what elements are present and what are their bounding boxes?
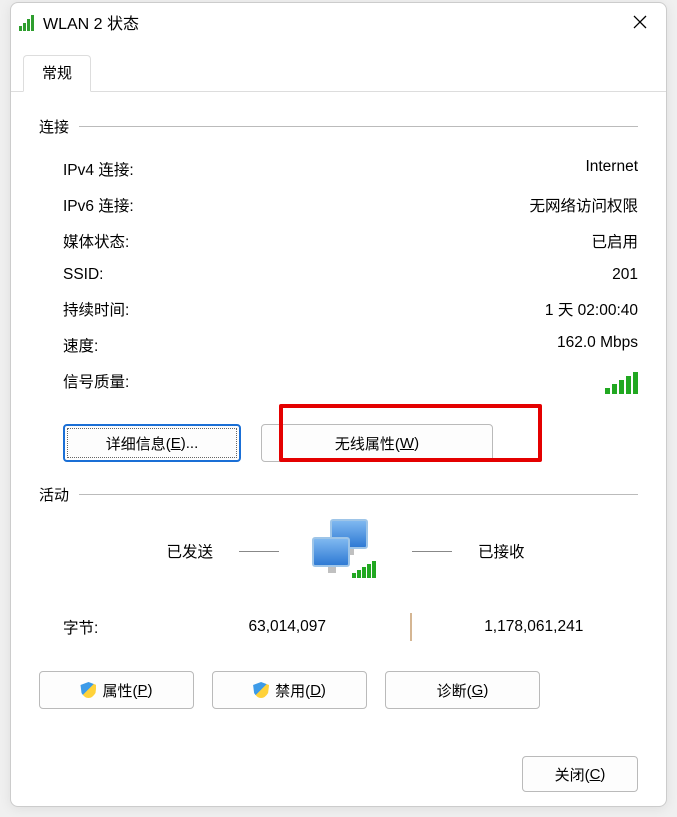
speed-row: 速度: 162.0 Mbps [39,327,638,363]
wireless-properties-button[interactable]: 无线属性(W) [261,424,493,462]
bottom-bar: 关闭(C) [522,756,638,792]
wifi-signal-icon [19,13,37,31]
speed-label: 速度: [63,334,98,356]
close-icon[interactable] [618,7,662,37]
speed-value: 162.0 Mbps [557,334,638,356]
connection-header-label: 连接 [39,116,69,137]
ipv4-row: IPv4 连接: Internet [39,151,638,187]
properties-button[interactable]: 属性(P) [39,671,194,709]
titlebar: WLAN 2 状态 [11,3,666,41]
media-row: 媒体状态: 已启用 [39,223,638,259]
panel: 连接 IPv4 连接: Internet IPv6 连接: 无网络访问权限 媒体… [11,92,666,721]
window-title: WLAN 2 状态 [43,10,618,34]
connection-buttons: 详细信息(E)... 无线属性(W) [63,424,638,462]
ipv4-value: Internet [585,158,638,180]
diagnose-button[interactable]: 诊断(G) [385,671,540,709]
separator [410,613,412,641]
ssid-label: SSID: [63,266,103,284]
ssid-row: SSID: 201 [39,259,638,291]
close-button[interactable]: 关闭(C) [522,756,638,792]
ipv6-label: IPv6 连接: [63,194,134,216]
ssid-value: 201 [612,266,638,284]
connection-section-header: 连接 [39,116,638,137]
signal-value [605,370,638,399]
duration-value: 1 天 02:00:40 [545,298,638,320]
activity-buttons: 属性(P) 禁用(D) 诊断(G) [39,671,638,709]
media-value: 已启用 [591,230,638,252]
ipv6-row: IPv6 连接: 无网络访问权限 [39,187,638,223]
duration-label: 持续时间: [63,298,129,320]
tabs: 常规 [11,55,666,92]
details-button[interactable]: 详细信息(E)... [63,424,241,462]
activity-box: 已发送 已接收 字节: 63,014,097 1,178,061,241 属性(… [39,519,638,709]
signal-bars-icon [605,370,638,394]
bytes-received-value: 1,178,061,241 [440,618,629,636]
signal-label: 信号质量: [63,370,129,399]
media-label: 媒体状态: [63,230,129,252]
received-label: 已接收 [478,540,628,562]
bytes-row: 字节: 63,014,097 1,178,061,241 [63,613,628,641]
activity-section-header: 活动 [39,484,638,505]
signal-row: 信号质量: [39,363,638,406]
tab-general[interactable]: 常规 [23,55,91,92]
activity-row: 已发送 已接收 [63,519,628,583]
disable-button[interactable]: 禁用(D) [212,671,367,709]
activity-header-label: 活动 [39,484,69,505]
bytes-label: 字节: [63,616,193,638]
ipv6-value: 无网络访问权限 [529,194,638,216]
sent-label: 已发送 [63,540,213,562]
network-activity-icon [306,519,386,583]
ipv4-label: IPv4 连接: [63,158,134,180]
wlan-status-dialog: WLAN 2 状态 常规 连接 IPv4 连接: Internet IPv6 连… [10,2,667,807]
duration-row: 持续时间: 1 天 02:00:40 [39,291,638,327]
bytes-sent-value: 63,014,097 [193,618,382,636]
